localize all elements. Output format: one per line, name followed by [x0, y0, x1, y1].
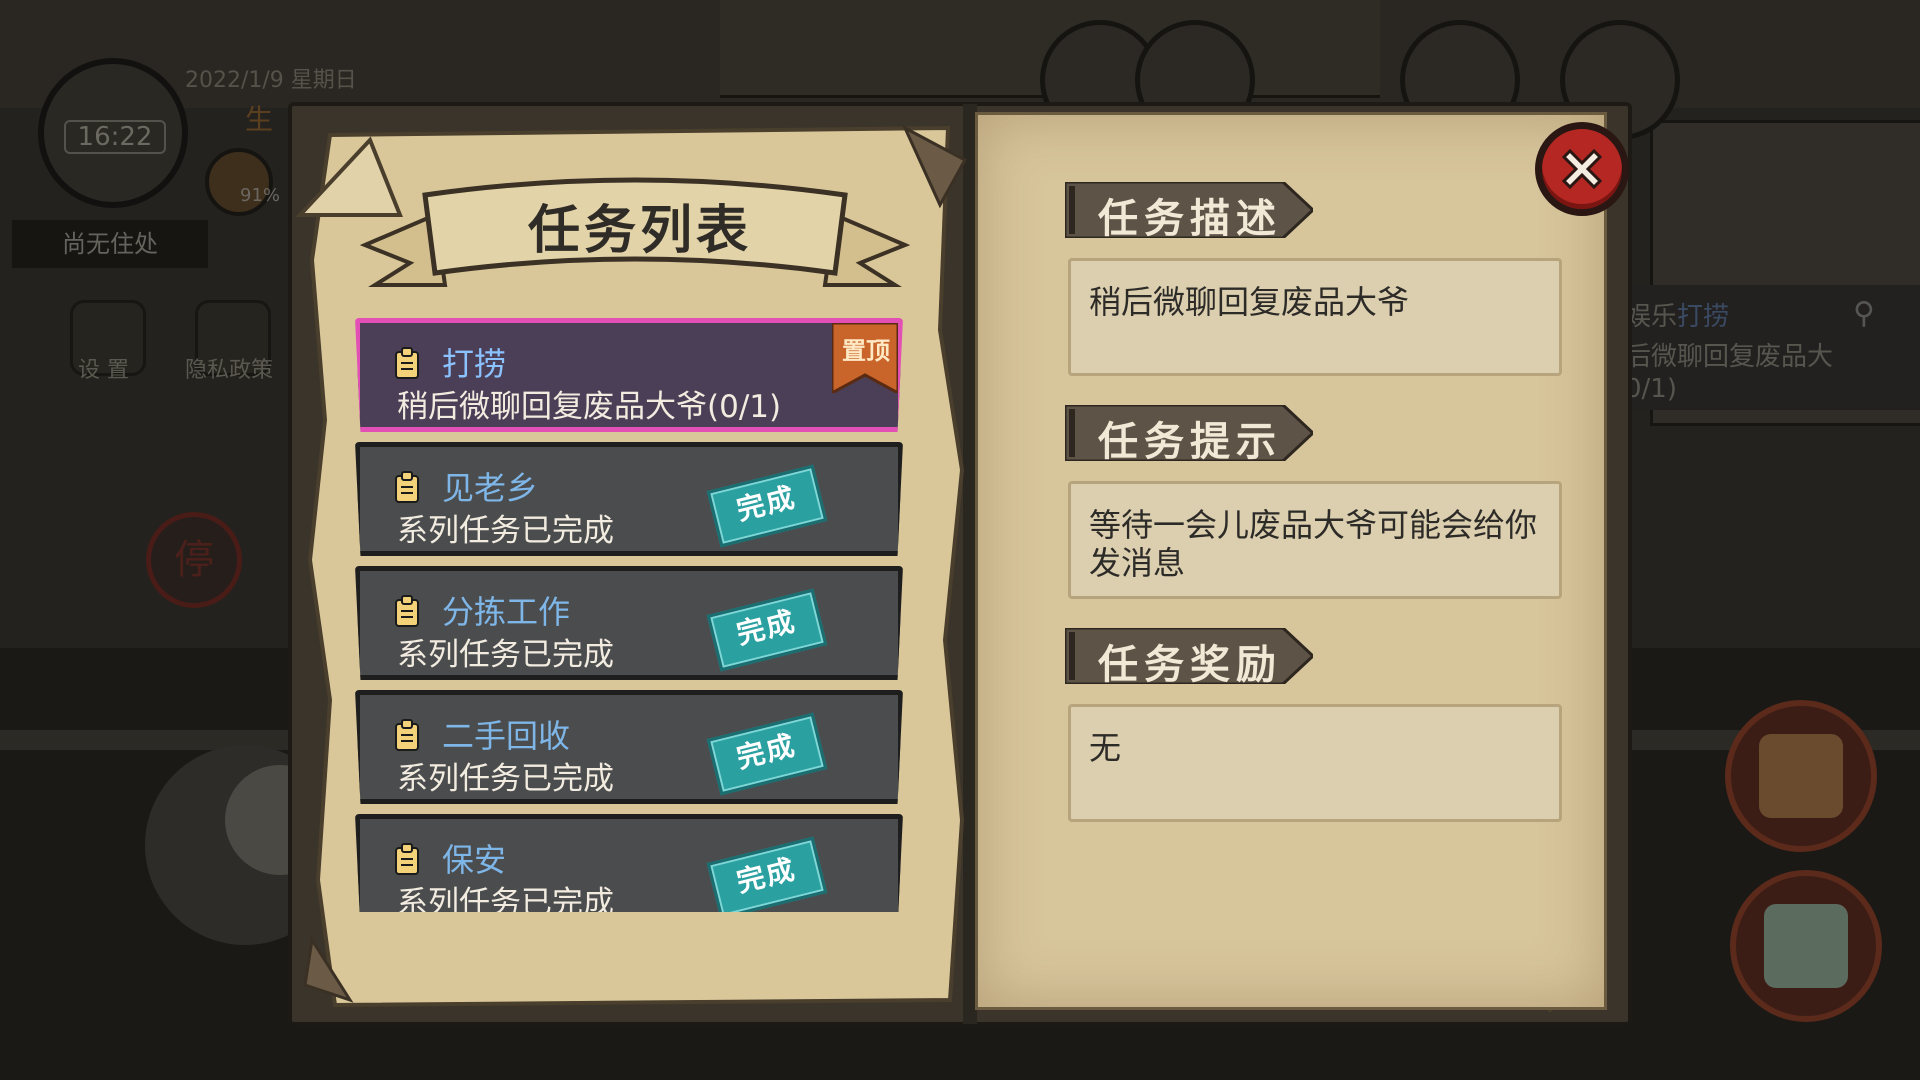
- task-subtitle: 系列任务已完成: [397, 761, 614, 797]
- left-parchment: [295, 124, 1602, 1014]
- task-card-fenjian[interactable]: 分拣工作 系列任务已完成 完成: [355, 566, 903, 680]
- clipboard-icon: [395, 843, 419, 875]
- task-card-dalao[interactable]: 打捞 稍后微聊回复废品大爷(0/1) 置顶: [355, 318, 903, 432]
- clipboard-icon: [395, 595, 419, 627]
- task-card-ershou[interactable]: 二手回收 系列任务已完成 完成: [355, 690, 903, 804]
- reward-box: 无: [1068, 704, 1562, 822]
- task-subtitle: 系列任务已完成: [397, 885, 614, 912]
- task-name: 分拣工作: [442, 593, 571, 631]
- task-subtitle: 系列任务已完成: [397, 637, 614, 673]
- complete-stamp: 完成: [706, 588, 828, 672]
- complete-stamp: 完成: [706, 464, 828, 548]
- task-subtitle: 稍后微聊回复废品大爷(0/1): [397, 389, 782, 425]
- complete-stamp: 完成: [706, 836, 828, 912]
- pin-badge: 置顶: [842, 337, 890, 365]
- clipboard-icon: [395, 719, 419, 751]
- task-list-title: 任务列表: [527, 201, 752, 261]
- clipboard-icon: [395, 347, 419, 379]
- complete-stamp: 完成: [706, 712, 828, 796]
- task-card-jianlaoxiang[interactable]: 见老乡 系列任务已完成 完成: [355, 442, 903, 556]
- description-title: 任务描述: [1098, 196, 1282, 242]
- reward-title: 任务奖励: [1098, 642, 1282, 688]
- task-list[interactable]: 打捞 稍后微聊回复废品大爷(0/1) 置顶 见老乡 系列任务已完成 完成 分拣工…: [355, 318, 903, 912]
- description-box: 稍后微聊回复废品大爷: [1068, 258, 1562, 376]
- close-button[interactable]: [1535, 122, 1629, 216]
- clipboard-icon: [395, 471, 419, 503]
- task-name: 二手回收: [442, 717, 571, 755]
- hint-title: 任务提示: [1098, 419, 1282, 465]
- hint-box: 等待一会儿废品大爷可能会给你发消息: [1068, 481, 1562, 599]
- task-name: 打捞: [442, 345, 507, 383]
- task-card-baoan[interactable]: 保安 系列任务已完成 完成: [355, 814, 903, 912]
- task-subtitle: 系列任务已完成: [397, 513, 614, 549]
- task-name: 保安: [442, 841, 507, 879]
- close-icon: [1561, 148, 1603, 190]
- task-name: 见老乡: [442, 469, 539, 507]
